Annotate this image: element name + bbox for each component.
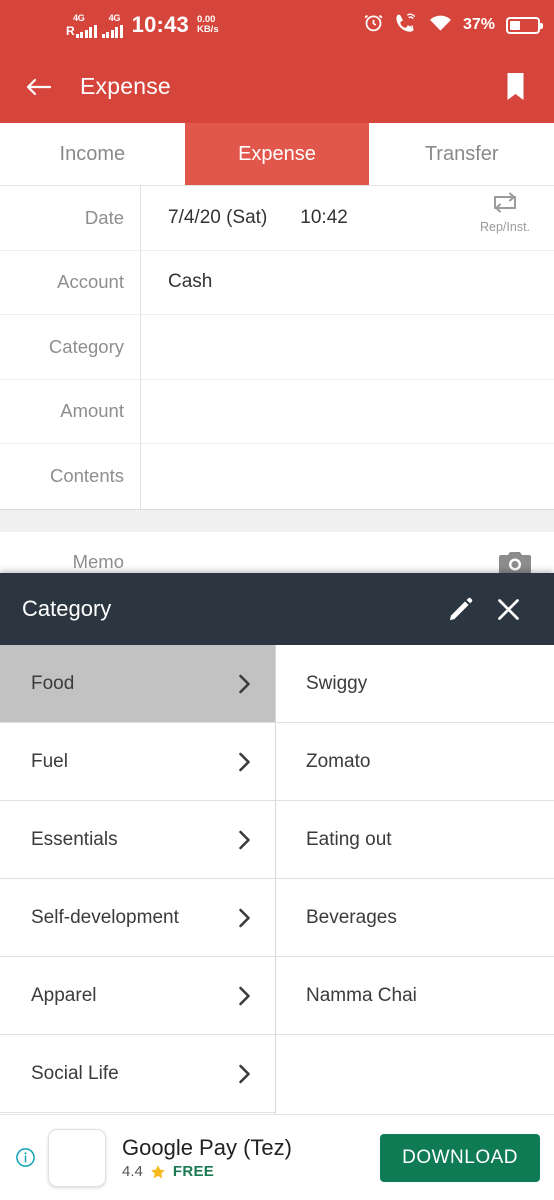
field-value-category[interactable] [140, 315, 554, 379]
tab-expense[interactable]: Expense [184, 123, 370, 185]
chevron-right-icon [239, 908, 250, 927]
field-label-contents: Contents [49, 465, 124, 487]
camera-icon [499, 551, 531, 574]
category-item-food[interactable]: Food [0, 645, 275, 723]
ad-banner[interactable]: Google Pay (Tez) 4.4 FREE DOWNLOAD [0, 1114, 554, 1200]
bookmark-button[interactable] [494, 66, 536, 108]
ad-title: Google Pay (Tez) [122, 1135, 292, 1160]
field-label-memo: Memo [72, 550, 124, 572]
bookmark-icon [507, 72, 523, 100]
form-row-date[interactable]: Date 7/4/20 (Sat) 10:42 Rep/Inst. [0, 186, 554, 251]
form-row-amount[interactable]: Amount [0, 379, 554, 444]
date-value: 7/4/20 (Sat) [168, 206, 268, 228]
category-label: Apparel [31, 984, 97, 1006]
ad-rating: 4.4 [122, 1163, 143, 1180]
transaction-form: Date 7/4/20 (Sat) 10:42 Rep/Inst. Accoun… [0, 186, 554, 510]
ad-download-button[interactable]: DOWNLOAD [380, 1133, 540, 1182]
category-list: Food Fuel Essentials Self-development Ap… [0, 645, 276, 1114]
signal-indicator-sim1: 4G R [66, 12, 97, 38]
roaming-label: R [66, 24, 75, 38]
ad-info-button[interactable] [14, 1147, 36, 1168]
time-value: 10:42 [300, 206, 348, 228]
subcategory-item-namma-chai[interactable]: Namma Chai [276, 957, 554, 1035]
repeat-install-label: Rep/Inst. [479, 220, 531, 234]
signal-bars-icon-1 [75, 25, 97, 38]
repeat-icon [494, 192, 516, 213]
network-type-label-2: 4G [108, 13, 121, 23]
category-label: Essentials [31, 828, 118, 850]
subcategory-list: Swiggy Zomato Eating out Beverages Namma… [276, 645, 554, 1114]
network-speed-unit: KB/s [196, 24, 219, 35]
phone-screen: 4G R 4G 10:43 0.00 KB/s 2 37% Expense In… [0, 0, 554, 1200]
category-dialog-header: Category [0, 573, 554, 645]
field-label-date: Date [84, 206, 124, 228]
transaction-type-tabs: Income Expense Transfer [0, 123, 554, 186]
category-dialog-body: Food Fuel Essentials Self-development Ap… [0, 645, 554, 1114]
status-bar-right: 2 37% [363, 12, 543, 38]
category-label: Social Life [31, 1062, 119, 1084]
back-arrow-icon [26, 78, 52, 95]
status-bar-clock: 10:43 [131, 12, 189, 37]
category-label: Fuel [31, 750, 68, 772]
wifi-icon [429, 13, 452, 37]
category-item-self-development[interactable]: Self-development [0, 879, 275, 957]
status-bar-left: 4G R 4G 10:43 0.00 KB/s [66, 12, 219, 38]
alarm-icon [363, 12, 384, 38]
network-type-label-1: 4G [73, 13, 85, 23]
field-value-contents[interactable] [140, 444, 554, 509]
status-bar: 4G R 4G 10:43 0.00 KB/s 2 37% [0, 0, 554, 50]
field-value-account[interactable]: Cash [140, 250, 554, 314]
category-label: Food [31, 672, 75, 694]
signal-indicator-sim2: 4G [101, 12, 123, 38]
ad-app-icon[interactable] [48, 1128, 106, 1187]
tab-transfer[interactable]: Transfer [369, 123, 554, 185]
close-icon [497, 598, 519, 620]
page-title: Expense [80, 73, 171, 99]
chevron-right-icon [239, 830, 250, 849]
category-dialog: Category Food Fuel Essentials Self-devel… [0, 573, 554, 1114]
star-icon [150, 1164, 165, 1178]
chevron-right-icon [239, 752, 250, 771]
subcategory-item-zomato[interactable]: Zomato [276, 723, 554, 801]
subcategory-empty-slot [276, 1035, 554, 1113]
edit-categories-button[interactable] [436, 585, 484, 633]
field-label-category: Category [48, 335, 124, 357]
category-label: Self-development [31, 906, 179, 928]
field-label-account: Account [57, 271, 124, 293]
vowifi-call-icon: 2 [395, 12, 418, 38]
app-bar: Expense [0, 50, 554, 123]
section-gap [0, 509, 554, 532]
ad-info-icon [15, 1148, 35, 1167]
back-button[interactable] [18, 66, 60, 108]
category-item-fuel[interactable]: Fuel [0, 723, 275, 801]
subcategory-item-swiggy[interactable]: Swiggy [276, 645, 554, 723]
tab-income[interactable]: Income [0, 123, 185, 185]
ad-price: FREE [172, 1163, 215, 1180]
category-item-essentials[interactable]: Essentials [0, 801, 275, 879]
call-sim-badge: 2 [410, 25, 414, 32]
chevron-right-icon [239, 674, 250, 693]
signal-bars-icon-2 [101, 25, 123, 38]
subcategory-item-beverages[interactable]: Beverages [276, 879, 554, 957]
ad-meta: 4.4 FREE [122, 1163, 368, 1180]
repeat-install-button[interactable]: Rep/Inst. [466, 191, 544, 234]
ad-text-block: Google Pay (Tez) 4.4 FREE [122, 1135, 368, 1180]
pencil-icon [449, 597, 472, 620]
battery-percent-label: 37% [462, 16, 495, 33]
category-dialog-title: Category [22, 596, 112, 621]
subcategory-item-eating-out[interactable]: Eating out [276, 801, 554, 879]
field-label-amount: Amount [60, 400, 124, 422]
network-speed: 0.00 KB/s [197, 15, 219, 35]
category-item-apparel[interactable]: Apparel [0, 957, 275, 1035]
form-row-category[interactable]: Category [0, 315, 554, 380]
close-dialog-button[interactable] [484, 585, 532, 633]
form-row-contents[interactable]: Contents [0, 444, 554, 509]
category-item-social-life[interactable]: Social Life [0, 1035, 275, 1113]
chevron-right-icon [239, 1064, 250, 1083]
battery-icon [506, 16, 543, 34]
chevron-right-icon [239, 986, 250, 1005]
form-row-account[interactable]: Account Cash [0, 250, 554, 315]
field-value-amount[interactable] [140, 379, 554, 443]
